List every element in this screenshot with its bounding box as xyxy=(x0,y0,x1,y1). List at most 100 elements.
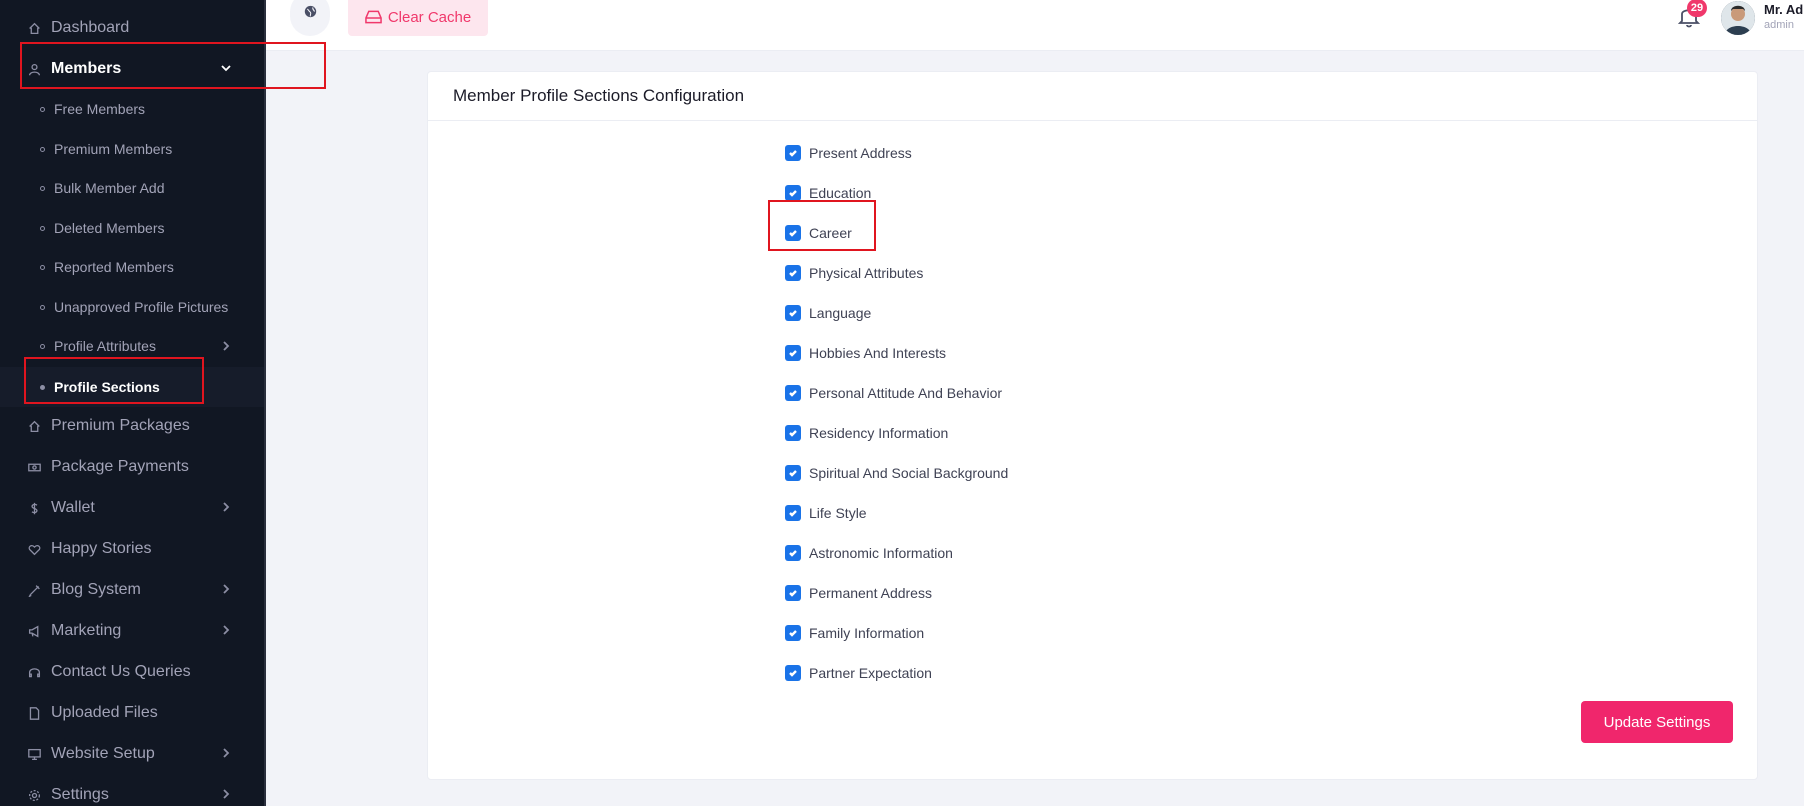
chevron-right-icon xyxy=(220,582,234,596)
chevron-right-icon xyxy=(220,339,234,353)
checkbox[interactable] xyxy=(785,145,801,161)
section-option[interactable]: Career xyxy=(785,223,852,243)
section-option[interactable]: Residency Information xyxy=(785,423,948,443)
sidebar-subitem-deleted-members[interactable]: Deleted Members xyxy=(0,209,264,247)
checkbox[interactable] xyxy=(785,185,801,201)
section-option-label: Physical Attributes xyxy=(809,265,924,281)
chevron-down-icon xyxy=(220,61,234,75)
section-option-label: Partner Expectation xyxy=(809,665,932,681)
checkbox[interactable] xyxy=(785,225,801,241)
heart-icon xyxy=(26,541,42,557)
section-option[interactable]: Education xyxy=(785,183,871,203)
chevron-right-icon xyxy=(220,623,234,637)
section-option-label: Permanent Address xyxy=(809,585,932,601)
sidebar-item-marketing[interactable]: Marketing xyxy=(0,611,264,651)
sidebar-item-label: Website Setup xyxy=(51,745,155,762)
sidebar-item-uploaded-files[interactable]: Uploaded Files xyxy=(0,693,264,733)
megaphone-icon xyxy=(26,623,42,639)
bullet-icon xyxy=(40,185,45,191)
check-icon xyxy=(789,350,797,357)
sidebar-item-wallet[interactable]: Wallet xyxy=(0,488,264,528)
check-icon xyxy=(789,590,797,597)
bullet-icon xyxy=(40,225,45,231)
bullet-icon xyxy=(40,146,45,152)
globe-icon xyxy=(304,5,317,23)
checkbox[interactable] xyxy=(785,505,801,521)
sidebar-subitem-profile-sections[interactable]: Profile Sections xyxy=(0,367,264,407)
checkbox[interactable] xyxy=(785,385,801,401)
section-option[interactable]: Spiritual And Social Background xyxy=(785,463,1008,483)
section-option-label: Astronomic Information xyxy=(809,545,953,561)
sidebar-item-members[interactable]: Members xyxy=(0,49,264,89)
sidebar-subitem-label: Profile Sections xyxy=(54,379,160,395)
avatar[interactable] xyxy=(1721,1,1755,35)
checkbox[interactable] xyxy=(785,585,801,601)
sidebar-item-package-payments[interactable]: Package Payments xyxy=(0,447,264,487)
section-option-label: Personal Attitude And Behavior xyxy=(809,385,1003,401)
clear-cache-button[interactable]: Clear Cache xyxy=(348,0,488,36)
check-icon xyxy=(789,670,797,677)
check-icon xyxy=(789,230,797,237)
check-icon xyxy=(789,190,797,197)
sidebar-item-label: Premium Packages xyxy=(51,417,190,434)
section-option-label: Career xyxy=(809,225,852,241)
section-option[interactable]: Personal Attitude And Behavior xyxy=(785,383,1002,403)
dollar-icon xyxy=(26,500,42,516)
checkbox[interactable] xyxy=(785,265,801,281)
section-option[interactable]: Physical Attributes xyxy=(785,263,923,283)
sidebar-subitem-premium-members[interactable]: Premium Members xyxy=(0,130,264,168)
sidebar-subitem-bulk-member-add[interactable]: Bulk Member Add xyxy=(0,169,264,207)
sidebar-item-dashboard[interactable]: Dashboard xyxy=(0,8,264,48)
check-icon xyxy=(789,390,797,397)
sidebar-item-premium-packages[interactable]: Premium Packages xyxy=(0,406,264,446)
section-option[interactable]: Hobbies And Interests xyxy=(785,343,946,363)
sidebar-subitem-label: Free Members xyxy=(54,101,146,117)
checkbox[interactable] xyxy=(785,665,801,681)
chevron-right-icon xyxy=(220,500,234,514)
checkbox[interactable] xyxy=(785,425,801,441)
check-icon xyxy=(789,310,797,317)
section-option-label: Life Style xyxy=(809,505,867,521)
sidebar-item-blog-system[interactable]: Blog System xyxy=(0,570,264,610)
section-option[interactable]: Family Information xyxy=(785,623,924,643)
section-option[interactable]: Astronomic Information xyxy=(785,543,953,563)
bullet-icon xyxy=(40,264,45,270)
section-option[interactable]: Present Address xyxy=(785,143,912,163)
sidebar-subitem-label: Unapproved Profile Pictures xyxy=(54,299,229,315)
section-option[interactable]: Life Style xyxy=(785,503,867,523)
home-icon xyxy=(26,20,42,36)
sidebar-item-label: Contact Us Queries xyxy=(51,663,191,680)
sidebar-item-contact-queries[interactable]: Contact Us Queries xyxy=(0,652,264,692)
checkbox[interactable] xyxy=(785,345,801,361)
checkbox[interactable] xyxy=(785,305,801,321)
sidebar-subitem-reported-members[interactable]: Reported Members xyxy=(0,248,264,286)
gear-icon xyxy=(26,787,42,803)
sidebar-subitem-label: Reported Members xyxy=(54,259,174,275)
sidebar-item-label: Wallet xyxy=(51,499,95,516)
check-icon xyxy=(789,270,797,277)
checkbox[interactable] xyxy=(785,625,801,641)
chevron-right-icon xyxy=(220,746,234,760)
checkbox[interactable] xyxy=(785,465,801,481)
sidebar-subitem-label: Profile Attributes xyxy=(54,338,156,354)
sidebar-subitem-unapproved-pictures[interactable]: Unapproved Profile Pictures xyxy=(0,288,264,326)
sidebar-item-settings[interactable]: Settings xyxy=(0,775,264,806)
sidebar-subitem-label: Deleted Members xyxy=(54,220,165,236)
language-button[interactable] xyxy=(290,0,330,36)
section-option[interactable]: Partner Expectation xyxy=(785,663,932,683)
sidebar-subitem-free-members[interactable]: Free Members xyxy=(0,90,264,128)
sidebar-subitem-label: Bulk Member Add xyxy=(54,180,165,196)
sidebar-item-label: Uploaded Files xyxy=(51,704,158,721)
section-option[interactable]: Permanent Address xyxy=(785,583,932,603)
checkbox[interactable] xyxy=(785,545,801,561)
sidebar-subitem-profile-attributes[interactable]: Profile Attributes xyxy=(0,327,264,365)
update-settings-button[interactable]: Update Settings xyxy=(1581,701,1733,743)
sidebar-subitem-label: Premium Members xyxy=(54,141,173,157)
section-option[interactable]: Language xyxy=(785,303,871,323)
section-option-label: Education xyxy=(809,185,872,201)
section-option-label: Spiritual And Social Background xyxy=(809,465,1009,481)
profile-sections-card: Member Profile Sections Configuration Pr… xyxy=(427,71,1758,780)
sidebar-item-happy-stories[interactable]: Happy Stories xyxy=(0,529,264,569)
sidebar-item-label: Blog System xyxy=(51,581,141,598)
sidebar-item-website-setup[interactable]: Website Setup xyxy=(0,734,264,774)
